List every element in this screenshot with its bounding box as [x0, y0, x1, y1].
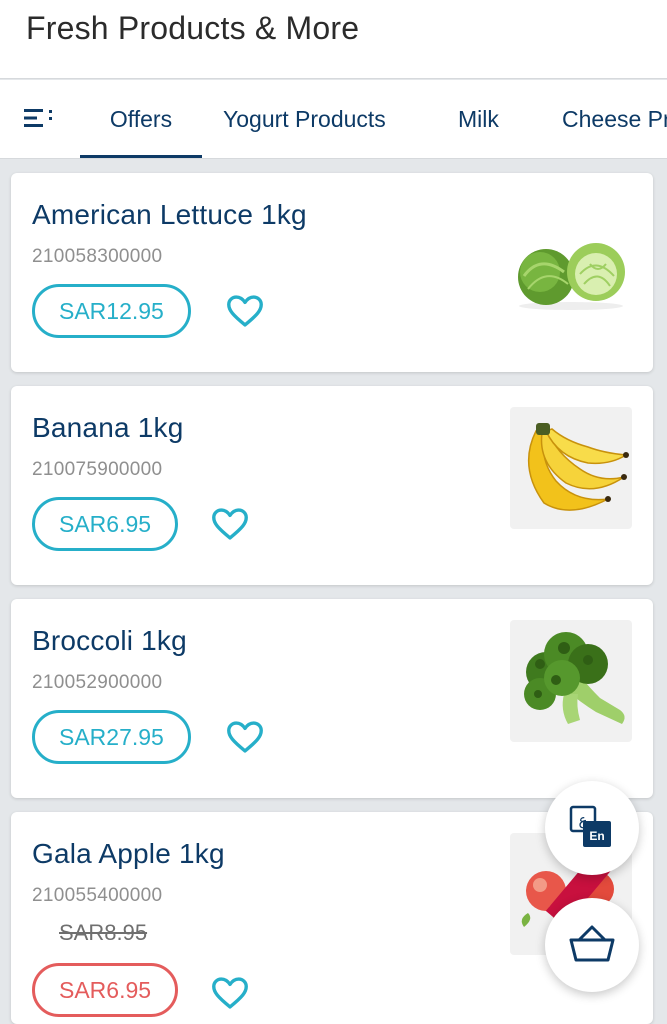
product-card[interactable]: American Lettuce 1kg 210058300000 SAR12.… — [11, 173, 653, 372]
heart-icon[interactable] — [226, 720, 264, 754]
product-name: Gala Apple 1kg — [32, 838, 225, 869]
app-header: Fresh Products & More — [0, 0, 667, 79]
lettuce-icon — [518, 243, 625, 310]
tab-yogurt-products[interactable]: Yogurt Products — [223, 80, 386, 158]
product-image[interactable] — [510, 194, 632, 316]
price-button[interactable]: SAR12.95 — [32, 284, 191, 338]
product-sku: 210052900000 — [32, 672, 163, 693]
product-card[interactable]: Broccoli 1kg 210052900000 SAR27.95 — [11, 599, 653, 798]
product-name: American Lettuce 1kg — [32, 199, 307, 230]
heart-icon[interactable] — [226, 294, 264, 328]
product-sku: 210075900000 — [32, 459, 163, 480]
tab-milk[interactable]: Milk — [458, 80, 499, 158]
product-image[interactable] — [510, 407, 632, 529]
translate-icon: ع En — [569, 805, 611, 847]
product-name: Banana 1kg — [32, 412, 184, 443]
heart-icon[interactable] — [211, 976, 249, 1010]
broccoli-icon — [524, 632, 625, 724]
tab-cheese-products[interactable]: Cheese Pr — [562, 80, 667, 158]
basket-icon — [569, 925, 615, 962]
language-en-label: En — [589, 829, 604, 843]
category-tabs: Offers Yogurt Products Milk Cheese Pr — [0, 80, 667, 159]
original-price: SAR8.95 — [59, 920, 148, 945]
page-title: Fresh Products & More — [26, 10, 360, 46]
price-button[interactable]: SAR6.95 — [32, 963, 179, 1017]
product-sku: 210055400000 — [32, 885, 163, 906]
language-arabic-glyph: ع — [579, 811, 588, 829]
menu-icon[interactable] — [24, 108, 54, 128]
price-button[interactable]: SAR27.95 — [32, 710, 191, 764]
banana-icon — [527, 423, 629, 511]
cart-button[interactable] — [545, 898, 639, 992]
language-button[interactable]: ع En — [545, 781, 639, 875]
product-image[interactable] — [510, 620, 632, 742]
price-button[interactable]: SAR6.95 — [32, 497, 179, 551]
product-card[interactable]: Banana 1kg 210075900000 SAR6.95 — [11, 386, 653, 585]
heart-icon[interactable] — [211, 507, 249, 541]
tab-offers[interactable]: Offers — [80, 80, 202, 158]
product-sku: 210058300000 — [32, 246, 163, 267]
product-name: Broccoli 1kg — [32, 625, 187, 656]
